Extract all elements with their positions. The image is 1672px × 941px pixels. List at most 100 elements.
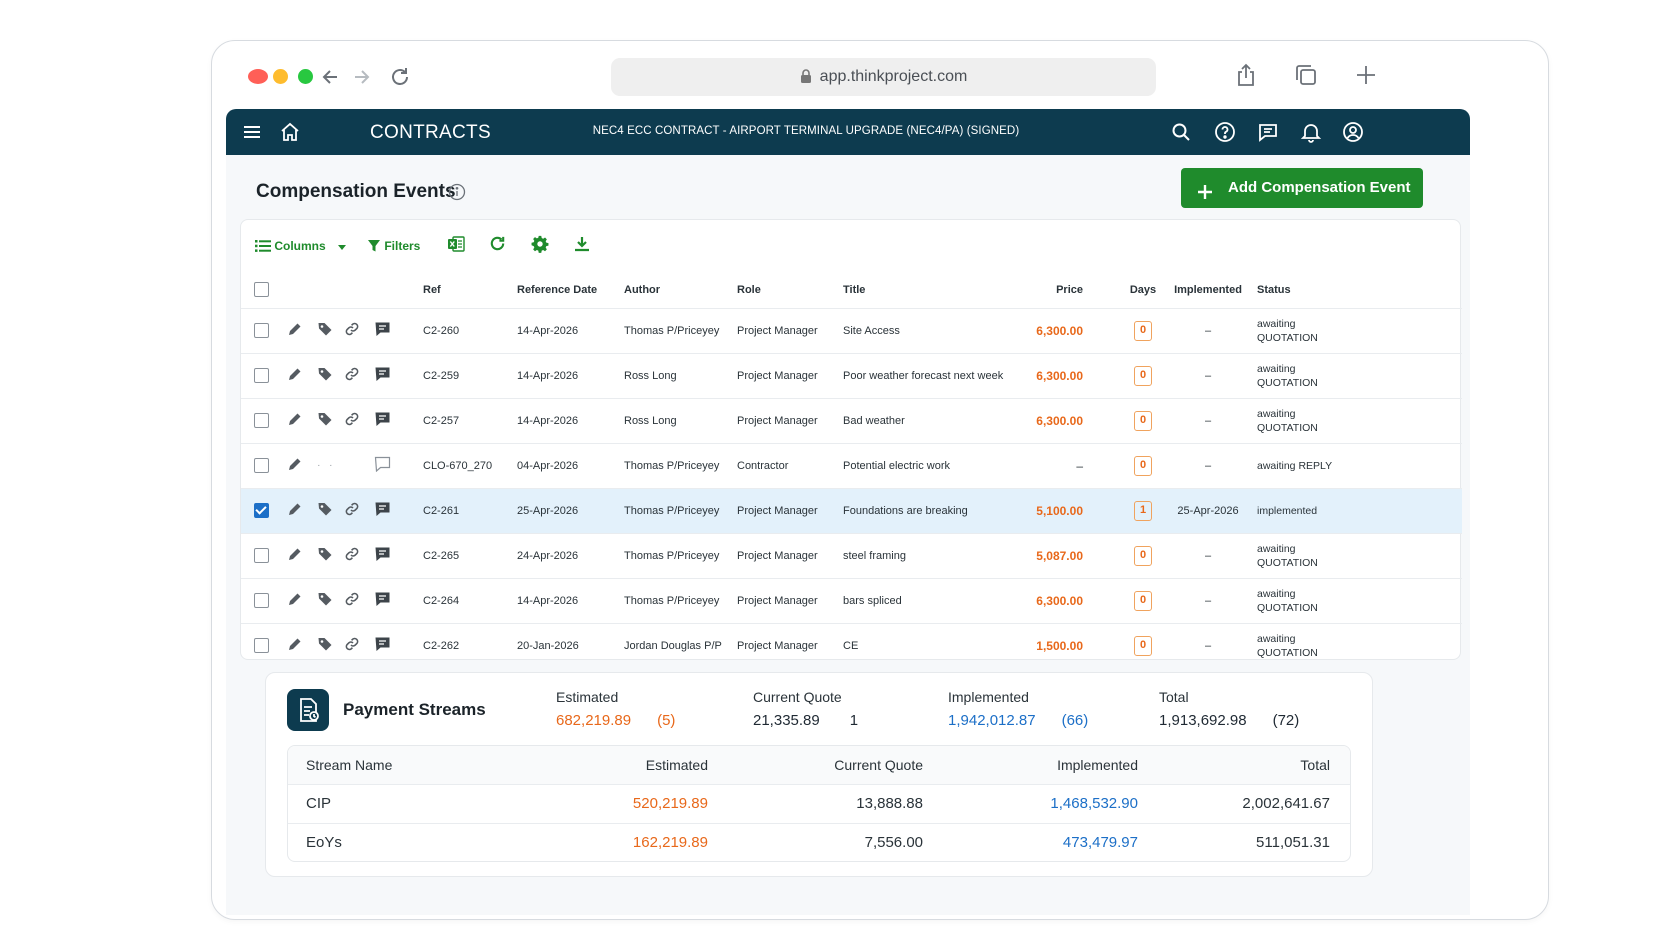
cell-title[interactable]: Potential electric work [843, 442, 1033, 488]
info-icon[interactable] [448, 183, 466, 201]
edit-pencil-icon[interactable] [287, 636, 307, 655]
edit-pencil-icon[interactable] [287, 591, 307, 610]
columns-button[interactable]: Columns [255, 232, 349, 260]
edit-pencil-icon[interactable] [287, 456, 307, 475]
cell-title[interactable]: steel framing [843, 532, 1033, 578]
row-checkbox[interactable] [254, 638, 269, 654]
row-checkbox[interactable] [254, 413, 269, 428]
col-ref[interactable]: Ref [423, 272, 511, 308]
cell-ref[interactable]: C2-265 [423, 532, 511, 578]
cell-title[interactable]: CE [843, 622, 1033, 668]
share-icon[interactable] [1232, 61, 1260, 89]
cell-ref[interactable]: CLO-670_270 [423, 442, 511, 488]
user-account-icon[interactable] [1341, 120, 1365, 144]
edit-pencil-icon[interactable] [287, 501, 307, 520]
cell-title[interactable]: bars spliced [843, 577, 1033, 623]
cell-ref[interactable]: C2-261 [423, 487, 511, 533]
menu-icon[interactable] [240, 120, 264, 144]
row-checkbox[interactable] [254, 368, 269, 383]
row-checkbox[interactable] [254, 323, 269, 338]
col-price[interactable]: Price [1033, 272, 1123, 308]
stream-row[interactable]: CIP 520,219.89 13,888.88 1,468,532.90 2,… [288, 783, 1350, 823]
reload-icon[interactable] [386, 63, 414, 91]
close-window-button[interactable] [248, 69, 268, 84]
cell-title[interactable]: Poor weather forecast next week [843, 352, 1033, 398]
back-arrow-icon[interactable] [317, 63, 345, 91]
settings-gear-icon[interactable] [531, 232, 549, 260]
col-title[interactable]: Title [843, 272, 1033, 308]
new-tab-icon[interactable] [1352, 61, 1380, 89]
table-row[interactable]: C2-264 14-Apr-2026 Thomas P/Priceyey Pro… [241, 577, 1462, 623]
bell-icon[interactable] [1299, 120, 1323, 144]
col-author[interactable]: Author [621, 272, 737, 308]
comment-icon[interactable] [374, 546, 394, 565]
help-icon[interactable] [1213, 120, 1237, 144]
excel-export-icon[interactable] [447, 232, 465, 260]
link-icon[interactable] [344, 411, 364, 430]
download-icon[interactable] [573, 232, 591, 260]
edit-pencil-icon[interactable] [287, 546, 307, 565]
col-status[interactable]: Status [1253, 272, 1462, 308]
row-checkbox[interactable] [254, 548, 269, 563]
link-icon[interactable] [344, 546, 364, 565]
col-reference-date[interactable]: Reference Date [511, 272, 621, 308]
home-icon[interactable] [278, 120, 302, 144]
row-checkbox[interactable] [254, 458, 269, 473]
tag-icon[interactable] [317, 636, 337, 655]
comment-icon[interactable] [374, 591, 394, 610]
row-checkbox[interactable] [254, 593, 269, 608]
col-role[interactable]: Role [737, 272, 843, 308]
row-checkbox[interactable] [254, 503, 269, 518]
tag-icon[interactable] [317, 366, 337, 385]
cell-ref[interactable]: C2-259 [423, 352, 511, 398]
comment-icon[interactable] [374, 636, 394, 655]
table-row[interactable]: C2-261 25-Apr-2026 Thomas P/Priceyey Pro… [241, 487, 1462, 533]
comment-icon[interactable] [374, 501, 394, 520]
col-implemented[interactable]: Implemented [1163, 272, 1253, 308]
table-row[interactable]: C2-257 14-Apr-2026 Ross Long Project Man… [241, 397, 1462, 443]
cell-ref[interactable]: C2-260 [423, 307, 511, 353]
module-title[interactable]: CONTRACTS [370, 122, 491, 144]
edit-pencil-icon[interactable] [287, 411, 307, 430]
comment-icon[interactable] [374, 366, 394, 385]
messages-icon[interactable] [1256, 120, 1280, 144]
tag-icon[interactable] [317, 411, 337, 430]
col-days[interactable]: Days [1123, 272, 1163, 308]
add-compensation-event-button[interactable]: Add Compensation Event [1181, 168, 1423, 208]
edit-pencil-icon[interactable] [287, 321, 307, 340]
table-row[interactable]: C2-259 14-Apr-2026 Ross Long Project Man… [241, 352, 1462, 398]
cell-title[interactable]: Bad weather [843, 397, 1033, 443]
table-row[interactable]: C2-265 24-Apr-2026 Thomas P/Priceyey Pro… [241, 532, 1462, 578]
stream-row[interactable]: EoYs 162,219.89 7,556.00 473,479.97 511,… [288, 822, 1350, 861]
maximize-window-button[interactable] [298, 69, 313, 84]
link-icon[interactable] [344, 366, 364, 385]
comment-icon[interactable] [374, 411, 394, 430]
cell-title[interactable]: Site Access [843, 307, 1033, 353]
link-icon[interactable] [344, 321, 364, 340]
forward-arrow-icon[interactable] [347, 63, 375, 91]
search-icon[interactable] [1169, 120, 1193, 144]
tag-icon[interactable] [317, 546, 337, 565]
link-icon[interactable] [344, 591, 364, 610]
cell-title[interactable]: Foundations are breaking [843, 487, 1033, 533]
table-row[interactable]: · · CLO-670_270 04-Apr-2026 Thomas P/Pri… [241, 442, 1462, 488]
tag-icon[interactable] [317, 501, 337, 520]
tag-icon[interactable] [317, 591, 337, 610]
comment-empty-icon[interactable] [374, 456, 394, 475]
select-all-checkbox[interactable] [254, 282, 269, 298]
tag-icon[interactable] [317, 321, 337, 340]
filters-button[interactable]: Filters [367, 232, 420, 260]
table-row[interactable]: C2-260 14-Apr-2026 Thomas P/Priceyey Pro… [241, 307, 1462, 353]
cell-ref[interactable]: C2-257 [423, 397, 511, 443]
cell-ref[interactable]: C2-262 [423, 622, 511, 668]
edit-pencil-icon[interactable] [287, 366, 307, 385]
link-icon[interactable] [344, 501, 364, 520]
minimize-window-button[interactable] [273, 69, 288, 84]
table-row[interactable]: C2-262 20-Jan-2026 Jordan Douglas P/P Pr… [241, 622, 1462, 668]
comment-icon[interactable] [374, 321, 394, 340]
tabs-overview-icon[interactable] [1292, 61, 1320, 89]
link-icon[interactable] [344, 636, 364, 655]
address-bar[interactable]: app.thinkproject.com [611, 58, 1156, 96]
cell-ref[interactable]: C2-264 [423, 577, 511, 623]
refresh-icon[interactable] [488, 232, 507, 260]
